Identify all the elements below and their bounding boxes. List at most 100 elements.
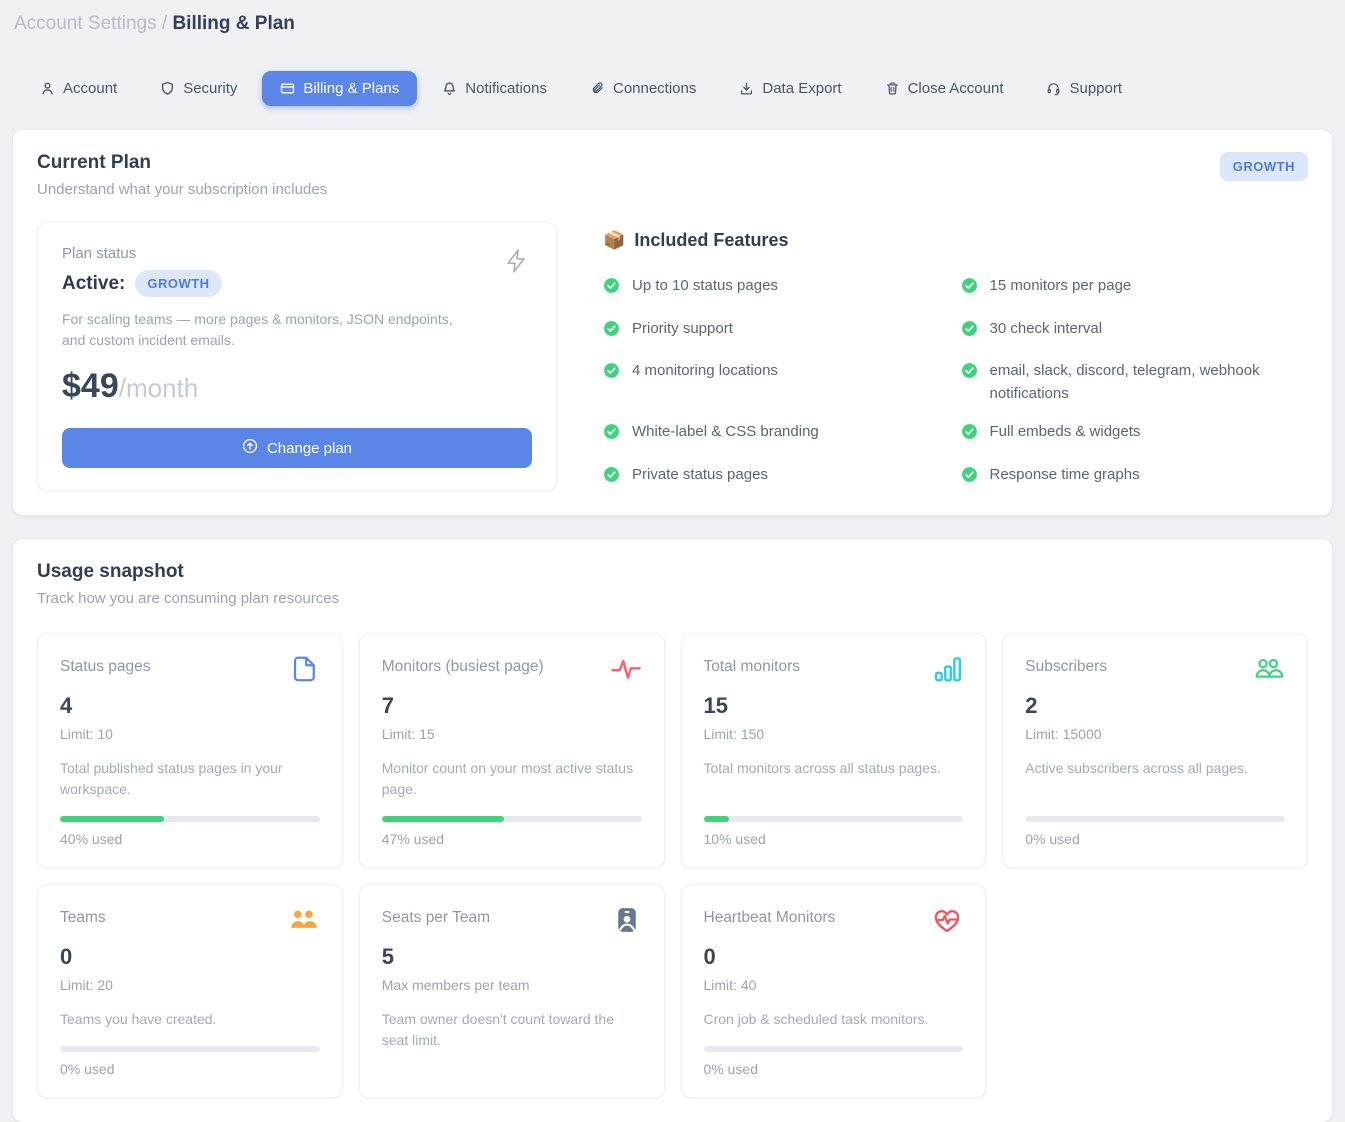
plan-tier-badge: GROWTH (135, 270, 221, 297)
feature-text: 30 check interval (990, 318, 1103, 345)
users-filled-icon (288, 905, 320, 940)
usage-progress-bar (382, 816, 504, 822)
usage-progress-track (382, 816, 642, 822)
usage-card-limit: Limit: 40 (704, 977, 964, 993)
credit-card-icon (280, 81, 295, 96)
feature-item: email, slack, discord, telegram, webhook… (961, 360, 1309, 405)
tab-security[interactable]: Security (142, 71, 255, 106)
plan-badge: GROWTH (1220, 152, 1308, 181)
tab-label: Close Account (908, 80, 1004, 97)
feature-item: Priority support (603, 318, 951, 345)
feature-item: 15 monitors per page (961, 275, 1309, 302)
bar-chart-icon (933, 654, 963, 689)
shield-icon (160, 81, 175, 96)
usage-card-limit: Limit: 20 (60, 977, 320, 993)
usage-percent-label: 40% used (60, 831, 320, 847)
breadcrumb-separator: / (162, 13, 167, 34)
check-icon (961, 362, 978, 405)
usage-card-status-pages: Status pages 4 Limit: 10 Total published… (37, 633, 343, 868)
heart-pulse-icon (931, 905, 963, 940)
tab-account[interactable]: Account (22, 71, 135, 106)
usage-progress-track (704, 816, 964, 822)
settings-tabbar: Account Security Billing & Plans Notific… (22, 71, 1331, 106)
plan-status-card: Plan status Active: GROWTH For scaling t… (37, 222, 557, 491)
usage-card-title: Subscribers (1025, 654, 1107, 676)
usage-card-value: 7 (382, 693, 642, 719)
change-plan-button[interactable]: Change plan (62, 428, 532, 468)
usage-percent-label: 10% used (704, 831, 964, 847)
change-plan-label: Change plan (267, 440, 352, 457)
usage-card-description: Active subscribers across all pages. (1025, 758, 1285, 779)
usage-grid: Status pages 4 Limit: 10 Total published… (37, 633, 1308, 1098)
current-plan-title: Current Plan (37, 152, 327, 174)
bell-icon (442, 81, 457, 96)
tab-label: Billing & Plans (303, 80, 399, 97)
lightning-icon (504, 247, 530, 280)
tab-label: Notifications (465, 80, 547, 97)
feature-item: Response time graphs (961, 464, 1309, 491)
feature-text: Priority support (632, 318, 733, 345)
check-icon (603, 277, 620, 302)
usage-card-description: Monitor count on your most active status… (382, 758, 642, 800)
usage-card-value: 4 (60, 693, 320, 719)
usage-percent-label: 47% used (382, 831, 642, 847)
tab-billing-plans[interactable]: Billing & Plans (262, 71, 417, 106)
usage-card-description: Teams you have created. (60, 1009, 320, 1030)
feature-text: White-label & CSS branding (632, 421, 819, 448)
tab-connections[interactable]: Connections (572, 71, 714, 106)
tab-support[interactable]: Support (1028, 71, 1140, 106)
tab-label: Security (183, 80, 237, 97)
usage-subtitle: Track how you are consuming plan resourc… (37, 590, 1308, 607)
plan-description: For scaling teams — more pages & monitor… (62, 309, 472, 351)
usage-card-value: 15 (704, 693, 964, 719)
usage-card-value: 0 (704, 944, 964, 970)
tab-label: Connections (613, 80, 696, 97)
plan-price-period: /month (119, 373, 199, 403)
usage-progress-bar (60, 816, 164, 822)
check-icon (961, 277, 978, 302)
download-icon (739, 81, 754, 96)
check-icon (961, 423, 978, 448)
feature-text: Full embeds & widgets (990, 421, 1141, 448)
feature-item: White-label & CSS branding (603, 421, 951, 448)
trash-icon (885, 81, 900, 96)
feature-item: Private status pages (603, 464, 951, 491)
usage-card-subscribers: Subscribers 2 Limit: 15000 Active subscr… (1002, 633, 1308, 868)
check-icon (961, 466, 978, 491)
check-icon (961, 320, 978, 345)
usage-percent-label: 0% used (60, 1061, 320, 1077)
tab-close-account[interactable]: Close Account (867, 71, 1022, 106)
package-icon: 📦 (603, 230, 625, 251)
check-icon (603, 320, 620, 345)
feature-text: Up to 10 status pages (632, 275, 778, 302)
usage-card-title: Seats per Team (382, 905, 490, 927)
tab-label: Data Export (762, 80, 841, 97)
feature-item: Up to 10 status pages (603, 275, 951, 302)
check-icon (603, 423, 620, 448)
tab-data-export[interactable]: Data Export (721, 71, 859, 106)
features-grid: Up to 10 status pages 15 monitors per pa… (603, 275, 1308, 490)
activity-icon (610, 654, 642, 689)
usage-card-title: Status pages (60, 654, 150, 676)
included-features: 📦 Included Features Up to 10 status page… (603, 222, 1308, 491)
arrow-up-circle-icon (242, 438, 258, 458)
plan-price: $49 (62, 367, 119, 405)
usage-card-limit: Limit: 10 (60, 726, 320, 742)
check-icon (603, 466, 620, 491)
usage-progress-track (60, 816, 320, 822)
feature-text: Private status pages (632, 464, 768, 491)
usage-snapshot-section: Usage snapshot Track how you are consumi… (13, 539, 1332, 1122)
usage-card-total-monitors: Total monitors 15 Limit: 150 Total monit… (681, 633, 987, 868)
usage-progress-track (704, 1046, 964, 1052)
breadcrumb-section[interactable]: Account Settings (14, 13, 157, 34)
usage-card-monitors-busiest: Monitors (busiest page) 7 Limit: 15 Moni… (359, 633, 665, 868)
usage-progress-track (1025, 816, 1285, 822)
usage-card-title: Teams (60, 905, 106, 927)
usage-progress-track (60, 1046, 320, 1052)
usage-progress-bar (704, 816, 730, 822)
usage-percent-label: 0% used (1025, 831, 1285, 847)
usage-card-seats-per-team: Seats per Team 5 Max members per team Te… (359, 884, 665, 1098)
tab-label: Account (63, 80, 117, 97)
usage-card-value: 0 (60, 944, 320, 970)
tab-notifications[interactable]: Notifications (424, 71, 565, 106)
